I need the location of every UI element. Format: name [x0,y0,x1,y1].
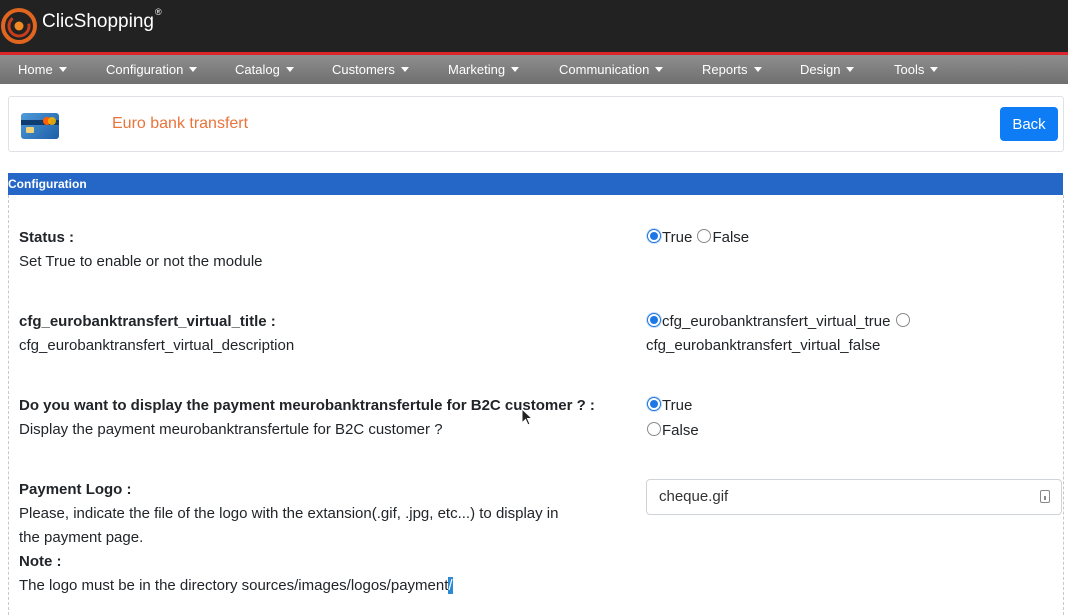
logo[interactable]: ClicShopping ® [0,3,162,45]
status-setting-label: Status : Set True to enable or not the m… [19,226,263,274]
setting-title: Payment Logo : [19,481,132,498]
payment-logo-setting-label: Payment Logo : Please, indicate the file… [19,478,558,598]
credit-card-icon [21,113,59,139]
nav-item-communication[interactable]: Communication [559,55,664,84]
card-brand-circle [48,117,56,125]
nav-label: Design [800,62,841,77]
caret-down-icon [753,67,762,73]
caret-down-icon [655,67,664,73]
virtual-option-true: cfg_eurobanktransfert_virtual_true [646,310,911,334]
virtual-false-radio[interactable] [895,313,910,327]
virtual-option-false-label: cfg_eurobanktransfert_virtual_false [646,337,881,354]
nav-label: Tools [894,62,925,77]
logo-text: ClicShopping [42,11,154,32]
caret-down-icon [189,67,198,73]
setting-description: Display the payment meurobanktransfertul… [19,421,443,438]
nav-label: Communication [559,62,650,77]
logo-registered-mark: ® [154,7,162,17]
nav-item-reports[interactable]: Reports [702,55,762,84]
option-label: cfg_eurobanktransfert_virtual_true [662,313,891,330]
nav-label: Reports [702,62,748,77]
nav-item-configuration[interactable]: Configuration [106,55,198,84]
setting-title: cfg_eurobanktransfert_virtual_title : [19,313,276,330]
top-bar: ClicShopping ® [0,0,1068,52]
main-nav: Home Configuration Catalog Customers Mar… [0,55,1068,84]
page-title: Euro bank transfert [112,115,249,132]
setting-description: cfg_eurobanktransfert_virtual_descriptio… [19,337,295,354]
b2c-option-true: True [646,394,693,418]
caret-down-icon [511,67,520,73]
note-text: The logo must be in the directory source… [19,577,449,594]
nav-label: Configuration [106,62,184,77]
b2c-setting-label: Do you want to display the payment meuro… [19,394,595,442]
nav-label: Customers [332,62,395,77]
logo-swirl-icon [1,8,37,44]
setting-description: Set True to enable or not the module [19,253,263,270]
back-button[interactable]: Back [1000,107,1058,141]
option-label: True [662,397,693,414]
caret-down-icon [400,67,409,73]
option-label: False [662,422,699,439]
status-options: True False [646,226,750,250]
note-label: Note : [19,553,62,570]
page-header: Euro bank transfert Back [8,96,1064,152]
mouse-cursor-icon [521,408,534,426]
selected-text: / [448,577,453,594]
caret-down-icon [846,67,855,73]
nav-item-marketing[interactable]: Marketing [448,55,520,84]
caret-down-icon [58,67,67,73]
nav-item-customers[interactable]: Customers [332,55,409,84]
setting-description: the payment page. [19,529,144,546]
caret-down-icon [930,67,939,73]
nav-item-design[interactable]: Design [800,55,855,84]
card-chip [26,127,34,133]
setting-description: Please, indicate the file of the logo wi… [19,505,559,522]
nav-item-home[interactable]: Home [18,55,67,84]
password-manager-icon[interactable] [1040,490,1050,503]
nav-label: Catalog [235,62,280,77]
b2c-true-radio[interactable] [646,396,662,412]
nav-label: Marketing [448,62,506,77]
option-label: False [712,229,750,246]
setting-title: Do you want to display the payment meuro… [19,397,595,414]
b2c-option-false: False [647,419,699,443]
b2c-false-radio[interactable] [647,422,661,436]
caret-down-icon [285,67,294,73]
setting-title: Status : [19,229,75,246]
section-title-bar: Configuration [8,173,1063,195]
nav-item-catalog[interactable]: Catalog [235,55,294,84]
status-false-radio[interactable] [697,229,712,243]
virtual-setting-label: cfg_eurobanktransfert_virtual_title : cf… [19,310,294,358]
payment-logo-field[interactable] [646,479,1062,515]
status-true-radio[interactable] [646,228,662,244]
payment-logo-input[interactable] [659,488,1019,505]
nav-item-tools[interactable]: Tools [894,55,939,84]
virtual-true-radio[interactable] [646,312,662,328]
option-label: True [662,229,693,246]
nav-label: Home [18,62,53,77]
